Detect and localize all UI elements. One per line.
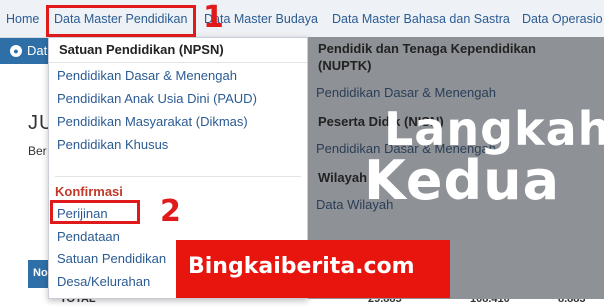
menu-item-pendataan[interactable]: Pendataan xyxy=(57,229,120,244)
divider xyxy=(55,176,301,177)
brand-label: Bingkaiberita.com xyxy=(188,254,415,279)
section-header-wilayah: Wilayah xyxy=(318,170,368,185)
nav-item-data-operasional[interactable]: Data Operasio xyxy=(522,12,603,26)
menu-item-satuan-pendidikan[interactable]: Satuan Pendidikan xyxy=(57,251,166,266)
section-header-konfirmasi: Konfirmasi xyxy=(55,184,123,199)
section-header-nuptk: Pendidik dan Tenaga Kependidikan (NUPTK) xyxy=(318,41,536,73)
watermark-langkah: Langkah xyxy=(384,102,604,156)
nav-item-home[interactable]: Home xyxy=(6,12,39,26)
breadcrumb-label: Dat xyxy=(27,43,48,58)
section-header-satuan-pendidikan: Satuan Pendidikan (NPSN) xyxy=(59,42,224,57)
brand-banner: Bingkaiberita.com xyxy=(176,240,450,298)
home-icon: ● xyxy=(10,44,22,57)
highlight-box-step-1 xyxy=(46,5,196,37)
step-number-1: 1 xyxy=(203,0,224,35)
menu-item-dasar-menengah[interactable]: Pendidikan Dasar & Menengah xyxy=(57,68,237,83)
step-number-2: 2 xyxy=(160,194,181,229)
menu-item-nuptk-dasar-menengah[interactable]: Pendidikan Dasar & Menengah xyxy=(316,85,496,100)
page-subtitle: Ber xyxy=(28,144,47,158)
nav-item-data-master-bahasa[interactable]: Data Master Bahasa dan Sastra xyxy=(332,12,510,26)
menu-item-paud[interactable]: Pendidikan Anak Usia Dini (PAUD) xyxy=(57,91,257,106)
divider xyxy=(49,62,307,63)
highlight-box-step-2 xyxy=(50,200,140,224)
menu-item-dikmas[interactable]: Pendidikan Masyarakat (Dikmas) xyxy=(57,114,248,129)
menu-item-pendidikan-khusus[interactable]: Pendidikan Khusus xyxy=(57,137,168,152)
table-header-no: No xyxy=(33,267,48,279)
watermark-kedua: Kedua xyxy=(364,149,561,212)
menu-item-desa-kelurahan[interactable]: Desa/Kelurahan xyxy=(57,274,150,289)
breadcrumb: ● Dat xyxy=(10,43,47,58)
